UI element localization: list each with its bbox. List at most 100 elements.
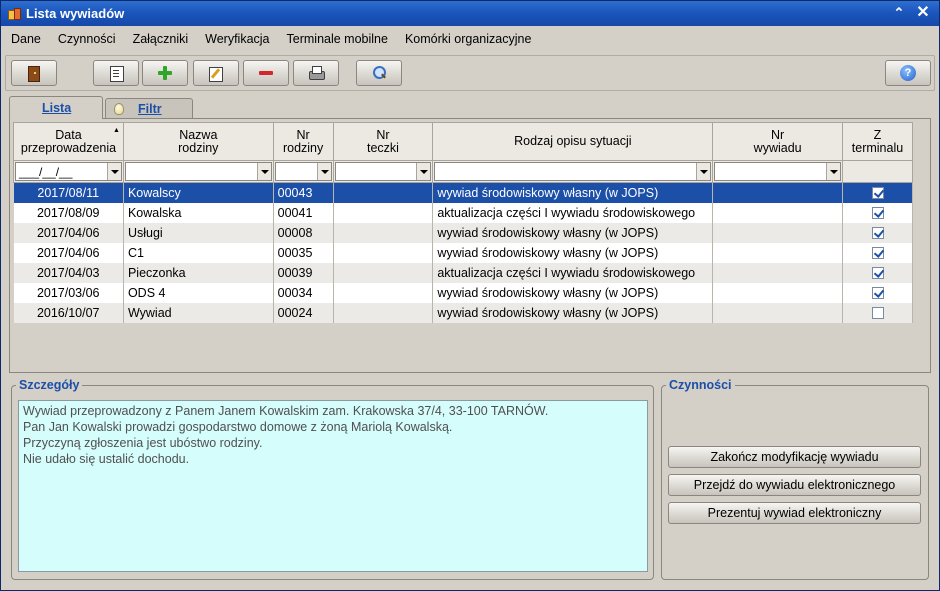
cell-family-no: 00034 [273, 282, 334, 303]
menu-item-dane[interactable]: Dane [11, 32, 41, 46]
details-title: Szczegóły [16, 378, 83, 392]
table-row[interactable]: 2016/10/07 Wywiad 00024 wywiad środowisk… [13, 302, 913, 323]
tab-lista[interactable]: Lista [9, 96, 103, 119]
column-header-family-name-l1: Nazwa [179, 127, 218, 142]
details-group: Szczegóły Wywiad przeprowadzony z Panem … [11, 378, 654, 580]
list-panel: Dataprzeprowadzenia Nazwarodziny Nrrodzi… [9, 118, 931, 373]
from-terminal-checkbox[interactable] [871, 267, 884, 280]
from-terminal-checkbox[interactable] [871, 307, 884, 320]
chevron-down-icon[interactable] [696, 163, 711, 180]
cell-interview-no [712, 202, 843, 223]
details-line: Przyczyną zgłoszenia jest ubóstwo rodzin… [23, 436, 263, 450]
cell-family-name: Kowalscy [123, 182, 274, 203]
cell-family-no: 00008 [273, 222, 334, 243]
column-header-family-name-l2: rodziny [178, 140, 219, 155]
from-terminal-checkbox[interactable] [871, 207, 884, 220]
chevron-down-icon[interactable] [106, 163, 121, 180]
document-view-icon [108, 65, 124, 82]
menu-item-czynnosci[interactable]: Czynności [58, 32, 116, 46]
from-terminal-checkbox[interactable] [871, 227, 884, 240]
menu-item-zalaczniki[interactable]: Załączniki [133, 32, 189, 46]
cell-situation-type: aktualizacja części I wywiadu środowisko… [432, 262, 714, 283]
chevron-down-icon[interactable] [316, 163, 331, 180]
finish-modification-button[interactable]: Zakończ modyfikację wywiadu [668, 446, 921, 468]
cell-folder-no [333, 282, 434, 303]
help-icon: ? [900, 65, 916, 81]
cell-folder-no [333, 262, 434, 283]
column-header-situation-type[interactable]: Rodzaj opisu sytuacji [432, 122, 714, 161]
column-header-family-no[interactable]: Nr rodziny [272, 122, 334, 161]
cell-situation-type: wywiad środowiskowy własny (w JOPS) [432, 242, 714, 263]
vertical-scrollbar[interactable] [914, 122, 928, 371]
exit-button[interactable] [11, 60, 57, 86]
cell-family-no: 00043 [273, 182, 334, 203]
edit-button[interactable] [193, 60, 239, 86]
column-header-family-no-l1: Nr [296, 127, 310, 142]
chevron-down-icon[interactable] [256, 163, 271, 180]
go-to-electronic-interview-button[interactable]: Przejdź do wywiadu elektronicznego [668, 474, 921, 496]
filter-family-name[interactable] [124, 162, 272, 181]
column-header-date[interactable]: Data przeprowadzenia [13, 122, 124, 161]
delete-button[interactable] [243, 60, 289, 86]
details-text-area[interactable]: Wywiad przeprowadzony z Panem Janem Kowa… [18, 400, 648, 572]
table-row[interactable]: 2017/08/11 Kowalscy 00043 wywiad środowi… [13, 182, 913, 203]
tab-lista-label: Lista [42, 101, 72, 115]
title-bar[interactable]: Lista wywiadów ⌃ ✕ [1, 1, 939, 26]
cell-family-no: 00039 [273, 262, 334, 283]
plus-icon [157, 65, 173, 81]
collapse-chevron-icon[interactable]: ⌃ [889, 4, 909, 22]
menu-bar: Dane Czynności Załączniki Weryfikacja Te… [1, 27, 939, 51]
help-button[interactable]: ? [885, 60, 931, 86]
toolbar: ? [5, 55, 935, 91]
cell-date: 2017/04/03 [13, 262, 124, 283]
table-row[interactable]: 2017/04/06 C1 00035 wywiad środowiskowy … [13, 242, 913, 263]
from-terminal-checkbox[interactable] [871, 287, 884, 300]
column-header-interview-no[interactable]: Nr wywiadu [712, 122, 843, 161]
cell-family-name: ODS 4 [123, 282, 274, 303]
details-line: Nie udało się ustalić dochodu. [23, 452, 190, 466]
from-terminal-checkbox[interactable] [871, 187, 884, 200]
filter-interview-no[interactable] [714, 162, 841, 181]
column-header-from-terminal-l2: terminalu [851, 140, 904, 155]
table-row[interactable]: 2017/03/06 ODS 4 00034 wywiad środowisko… [13, 282, 913, 303]
menu-item-terminale-mobilne[interactable]: Terminale mobilne [287, 32, 388, 46]
table-row[interactable]: 2017/04/03 Pieczonka 00039 aktualizacja … [13, 262, 913, 283]
column-header-from-terminal[interactable]: Zterminalu [842, 122, 913, 161]
actions-title: Czynności [666, 378, 735, 392]
tab-filtr-label: Filtr [138, 101, 162, 116]
app-icon [7, 7, 21, 21]
menu-item-komorki-organizacyjne[interactable]: Komórki organizacyjne [405, 32, 531, 46]
cell-family-no: 00024 [273, 302, 334, 323]
filter-date[interactable]: ___/__/__ [15, 162, 122, 181]
app-window: Lista wywiadów ⌃ ✕ Dane Czynności Załącz… [0, 0, 940, 591]
table-row[interactable]: 2017/04/06 Usługi 00008 wywiad środowisk… [13, 222, 913, 243]
lightbulb-icon [114, 102, 124, 115]
add-button[interactable] [142, 60, 188, 86]
column-header-family-name[interactable]: Nazwa rodziny [122, 122, 274, 161]
menu-item-weryfikacja[interactable]: Weryfikacja [205, 32, 269, 46]
column-header-folder-no-l1: Nr [376, 127, 390, 142]
close-icon[interactable]: ✕ [913, 4, 933, 22]
cell-folder-no [333, 182, 434, 203]
filter-folder-no[interactable] [334, 162, 432, 181]
cell-folder-no [333, 222, 434, 243]
search-button[interactable] [356, 60, 402, 86]
print-button[interactable] [293, 60, 339, 86]
cell-interview-no [712, 242, 843, 263]
cell-family-name: Pieczonka [123, 262, 274, 283]
cell-situation-type: wywiad środowiskowy własny (w JOPS) [432, 222, 714, 243]
filter-situation-type[interactable] [434, 162, 712, 181]
details-line: Wywiad przeprowadzony z Panem Janem Kowa… [23, 404, 549, 418]
tab-filtr[interactable]: Filtr [105, 98, 193, 118]
filter-family-no[interactable] [274, 162, 332, 181]
cell-interview-no [712, 182, 843, 203]
chevron-down-icon[interactable] [416, 163, 431, 180]
chevron-down-icon[interactable] [826, 163, 840, 180]
from-terminal-checkbox[interactable] [871, 247, 884, 260]
view-button[interactable] [93, 60, 139, 86]
present-electronic-interview-button[interactable]: Prezentuj wywiad elektroniczny [668, 502, 921, 524]
table-row[interactable]: 2017/08/09 Kowalska 00041 aktualizacja c… [13, 202, 913, 223]
interviews-grid: Dataprzeprowadzenia Nazwarodziny Nrrodzi… [13, 122, 913, 323]
column-header-folder-no[interactable]: Nr teczki [332, 122, 434, 161]
cell-date: 2016/10/07 [13, 302, 124, 323]
